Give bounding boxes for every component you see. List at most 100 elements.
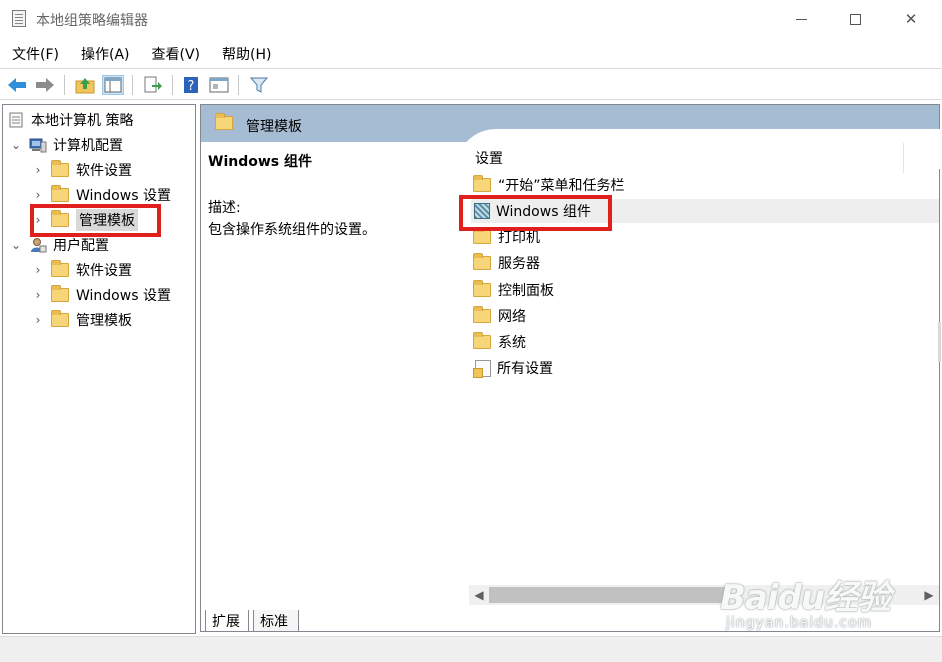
chevron-right-icon[interactable]: › <box>31 188 45 202</box>
maximize-button[interactable] <box>832 0 878 38</box>
column-divider[interactable] <box>903 143 904 173</box>
watermark-url: jingyan.baidu.com <box>726 615 873 631</box>
toolbar-separator <box>132 75 133 95</box>
folder-icon <box>473 306 491 323</box>
tree-user-config-label: 用户配置 <box>53 238 109 254</box>
help-icon: ? <box>184 77 198 94</box>
tree-item-windows-settings[interactable]: › Windows 设置 <box>31 184 171 206</box>
back-button[interactable] <box>6 75 28 95</box>
computer-icon <box>29 138 47 153</box>
properties-button[interactable] <box>208 75 230 95</box>
folder-icon <box>473 332 491 349</box>
list-item-start-menu[interactable]: “开始”菜单和任务栏 <box>471 173 939 197</box>
svg-text:?: ? <box>188 79 195 94</box>
show-tree-button[interactable] <box>102 75 124 95</box>
tree-item-label: 管理模板 <box>76 209 138 231</box>
component-icon <box>474 203 490 219</box>
tree-root-label: 本地计算机 策略 <box>31 113 134 129</box>
list-item-label: 网络 <box>498 309 526 325</box>
tab-expanded[interactable]: 扩展 <box>205 610 249 632</box>
folder-icon <box>51 310 69 327</box>
filter-icon <box>250 77 268 93</box>
menu-action[interactable]: 操作(A) <box>69 40 140 66</box>
folder-icon <box>215 113 233 130</box>
toolbar: ? <box>0 68 942 100</box>
user-icon <box>31 238 47 253</box>
maximize-icon <box>849 13 861 25</box>
description-label: 描述: <box>208 200 241 216</box>
tree-item-label: 软件设置 <box>76 263 132 279</box>
folder-icon <box>51 185 69 202</box>
list-item-system[interactable]: 系统 <box>471 330 939 354</box>
tree-item-label: Windows 设置 <box>76 188 171 204</box>
list-item-label: Windows 组件 <box>496 204 591 220</box>
help-button[interactable]: ? <box>180 75 202 95</box>
tab-standard[interactable]: 标准 <box>253 610 299 632</box>
scroll-thumb[interactable] <box>489 587 729 603</box>
folder-icon <box>51 260 69 277</box>
policy-editor-icon <box>12 10 26 27</box>
toolbar-separator <box>64 75 65 95</box>
toolbar-separator <box>172 75 173 95</box>
folder-icon <box>473 175 491 192</box>
tree-user-config[interactable]: ⌄ 用户配置 <box>9 234 109 256</box>
list-item-label: “开始”菜单和任务栏 <box>498 178 625 194</box>
tree-item-admin-templates[interactable]: › 管理模板 <box>31 209 138 231</box>
list-item-label: 所有设置 <box>497 361 553 377</box>
tree-item-admin-templates[interactable]: › 管理模板 <box>31 309 132 331</box>
chevron-right-icon[interactable]: › <box>31 163 45 177</box>
tree-computer-config[interactable]: ⌄ 计算机配置 <box>9 134 123 156</box>
menu-view[interactable]: 查看(V) <box>140 40 211 66</box>
list-item-printers[interactable]: 打印机 <box>471 225 939 249</box>
window-title: 本地组策略编辑器 <box>36 13 148 29</box>
export-list-button[interactable] <box>142 75 164 95</box>
description-text: 包含操作系统组件的设置。 <box>208 222 376 238</box>
chevron-down-icon[interactable]: ⌄ <box>9 138 23 152</box>
window-edge <box>938 322 941 362</box>
tree-computer-config-label: 计算机配置 <box>53 138 123 154</box>
forward-button[interactable] <box>34 75 56 95</box>
chevron-right-icon[interactable]: › <box>31 213 45 227</box>
tree-item-label: Windows 设置 <box>76 288 171 304</box>
up-folder-icon <box>75 78 95 94</box>
menu-file[interactable]: 文件(F) <box>0 40 69 66</box>
back-icon <box>8 78 26 92</box>
close-button[interactable]: ✕ <box>888 0 934 38</box>
folder-icon <box>51 160 69 177</box>
toolbar-separator <box>238 75 239 95</box>
close-icon: ✕ <box>904 10 918 28</box>
tree-root[interactable]: 本地计算机 策略 <box>7 109 133 131</box>
filter-button[interactable] <box>248 75 270 95</box>
header-curve <box>456 129 942 169</box>
chevron-right-icon[interactable]: › <box>31 288 45 302</box>
minimize-button[interactable] <box>778 0 824 38</box>
list-item-label: 打印机 <box>498 230 540 246</box>
up-folder-button[interactable] <box>74 75 96 95</box>
title-bar: 本地组策略编辑器 ✕ <box>0 0 942 38</box>
list-item-all-settings[interactable]: 所有设置 <box>471 356 939 380</box>
list-item-windows-components[interactable]: Windows 组件 <box>471 199 939 223</box>
tree-item-software-settings[interactable]: › 软件设置 <box>31 259 132 281</box>
menu-help[interactable]: 帮助(H) <box>210 40 281 66</box>
chevron-down-icon[interactable]: ⌄ <box>9 238 23 252</box>
show-tree-icon <box>104 77 122 93</box>
scroll-left-icon[interactable]: ◀ <box>469 585 489 605</box>
tree-item-label: 管理模板 <box>76 313 132 329</box>
chevron-right-icon[interactable]: › <box>31 263 45 277</box>
column-header-settings[interactable]: 设置 <box>475 148 503 168</box>
policy-doc-icon <box>9 112 23 128</box>
selected-item-title: Windows 组件 <box>208 154 312 170</box>
tree-item-windows-settings[interactable]: › Windows 设置 <box>31 284 171 306</box>
forward-icon <box>36 78 54 92</box>
tree-item-software-settings[interactable]: › 软件设置 <box>31 159 132 181</box>
list-item-server[interactable]: 服务器 <box>471 251 939 275</box>
list-item-control-panel[interactable]: 控制面板 <box>471 278 939 302</box>
baidu-watermark: Baidu经验 jingyan.baidu.com <box>720 570 930 644</box>
folder-icon <box>51 285 69 302</box>
chevron-right-icon[interactable]: › <box>31 313 45 327</box>
minimize-icon <box>795 18 807 20</box>
menu-bar: 文件(F) 操作(A) 查看(V) 帮助(H) <box>0 40 942 66</box>
folder-icon <box>51 210 69 227</box>
export-list-icon <box>144 76 162 93</box>
list-item-network[interactable]: 网络 <box>471 304 939 328</box>
